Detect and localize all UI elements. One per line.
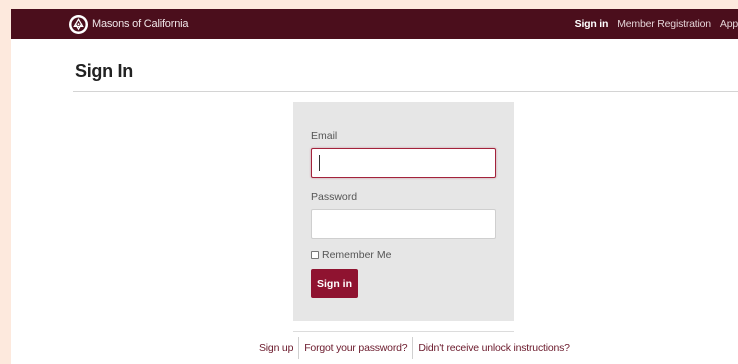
nav-app[interactable]: App (720, 18, 738, 30)
unlock-instructions-link[interactable]: Didn't receive unlock instructions? (418, 342, 570, 354)
text-caret (319, 155, 320, 171)
forgot-password-link[interactable]: Forgot your password? (304, 342, 407, 354)
password-label: Password (311, 191, 358, 203)
remember-me-label: Remember Me (322, 249, 392, 261)
page-container: Masons of California Sign in Member Regi… (11, 9, 738, 364)
link-separator (298, 337, 300, 359)
nav-sign-in[interactable]: Sign in (575, 18, 609, 30)
brand-name: Masons of California (92, 18, 189, 30)
top-nav: Sign in Member Registration App (566, 9, 738, 39)
page-title: Sign In (75, 61, 133, 81)
title-divider (73, 91, 738, 92)
link-separator (412, 337, 414, 359)
login-form: Email Password Remember Me Sign in (293, 102, 514, 321)
brand-link[interactable]: Masons of California (69, 9, 188, 39)
sign-in-button[interactable]: Sign in (311, 269, 358, 298)
remember-me-checkbox[interactable] (311, 251, 319, 259)
email-label: Email (311, 130, 338, 142)
sign-up-link[interactable]: Sign up (259, 342, 293, 354)
nav-member-registration[interactable]: Member Registration (617, 18, 711, 30)
masonic-square-compass-icon (69, 14, 88, 34)
top-navbar: Masons of California Sign in Member Regi… (11, 9, 738, 39)
password-field[interactable] (311, 209, 496, 239)
remember-me[interactable]: Remember Me (311, 249, 391, 261)
auth-links: Sign up Forgot your password? Didn't rec… (259, 336, 570, 360)
form-divider (293, 331, 514, 332)
email-field[interactable] (311, 148, 496, 178)
